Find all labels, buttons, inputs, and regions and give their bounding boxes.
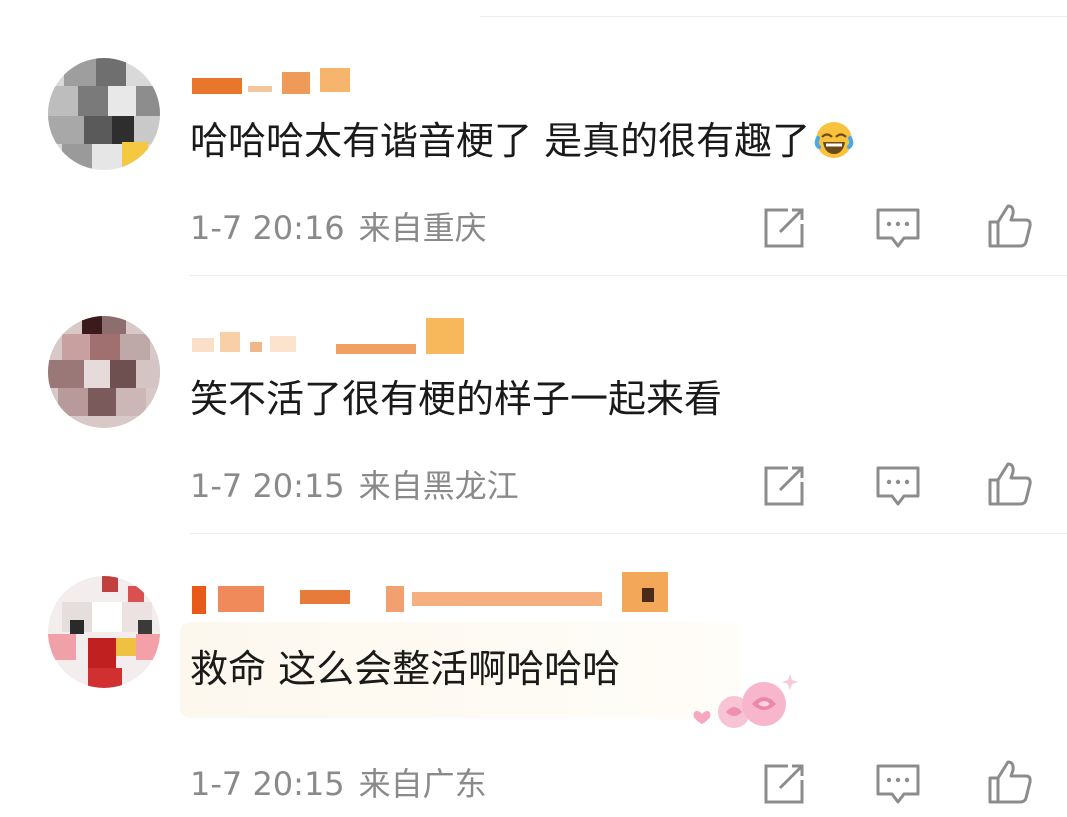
reply-button[interactable] <box>872 758 924 810</box>
like-thumb-icon <box>988 760 1032 804</box>
repost-button[interactable] <box>758 460 810 512</box>
repost-button[interactable] <box>758 758 810 810</box>
like-button[interactable] <box>984 458 1036 510</box>
comment-meta: 1-7 20:15 来自黑龙江 <box>190 466 519 506</box>
repost-icon <box>764 208 804 248</box>
comment-text: 救命 这么会整活啊哈哈哈 <box>190 647 621 691</box>
comment-time: 1-7 20:16 <box>190 209 345 247</box>
comment-divider <box>190 533 1067 534</box>
rose-bubble-icon <box>690 664 810 744</box>
comment-meta: 1-7 20:16 来自重庆 <box>190 208 487 248</box>
reply-comment-icon <box>876 466 920 506</box>
repost-button[interactable] <box>758 202 810 254</box>
like-thumb-icon <box>988 204 1032 248</box>
comment-location: 来自广东 <box>358 765 487 803</box>
comment-meta: 1-7 20:15 来自广东 <box>190 764 487 804</box>
reply-button[interactable] <box>872 460 924 512</box>
avatar[interactable] <box>48 316 160 428</box>
username-blurred[interactable] <box>190 60 390 94</box>
repost-icon <box>764 466 804 506</box>
like-button[interactable] <box>984 200 1036 252</box>
avatar[interactable] <box>48 576 160 688</box>
face-with-tears-of-joy-icon <box>814 120 854 170</box>
comment-text: 笑不活了很有梗的样子一起来看 <box>190 377 723 421</box>
reply-button[interactable] <box>872 202 924 254</box>
comment-divider <box>190 275 1067 276</box>
comment-location: 来自黑龙江 <box>358 467 519 505</box>
top-divider <box>480 16 1067 17</box>
repost-icon <box>764 764 804 804</box>
like-thumb-icon <box>988 462 1032 506</box>
reply-comment-icon <box>876 764 920 804</box>
reply-comment-icon <box>876 208 920 248</box>
comment-text: 哈哈哈太有谐音梗了 是真的很有趣了 <box>190 118 854 170</box>
like-button[interactable] <box>984 756 1036 808</box>
avatar[interactable] <box>48 58 160 170</box>
username-blurred[interactable] <box>190 318 480 354</box>
comment-time: 1-7 20:15 <box>190 765 345 803</box>
comment-location: 来自重庆 <box>358 209 487 247</box>
username-blurred[interactable] <box>190 572 680 614</box>
comment-time: 1-7 20:15 <box>190 467 345 505</box>
